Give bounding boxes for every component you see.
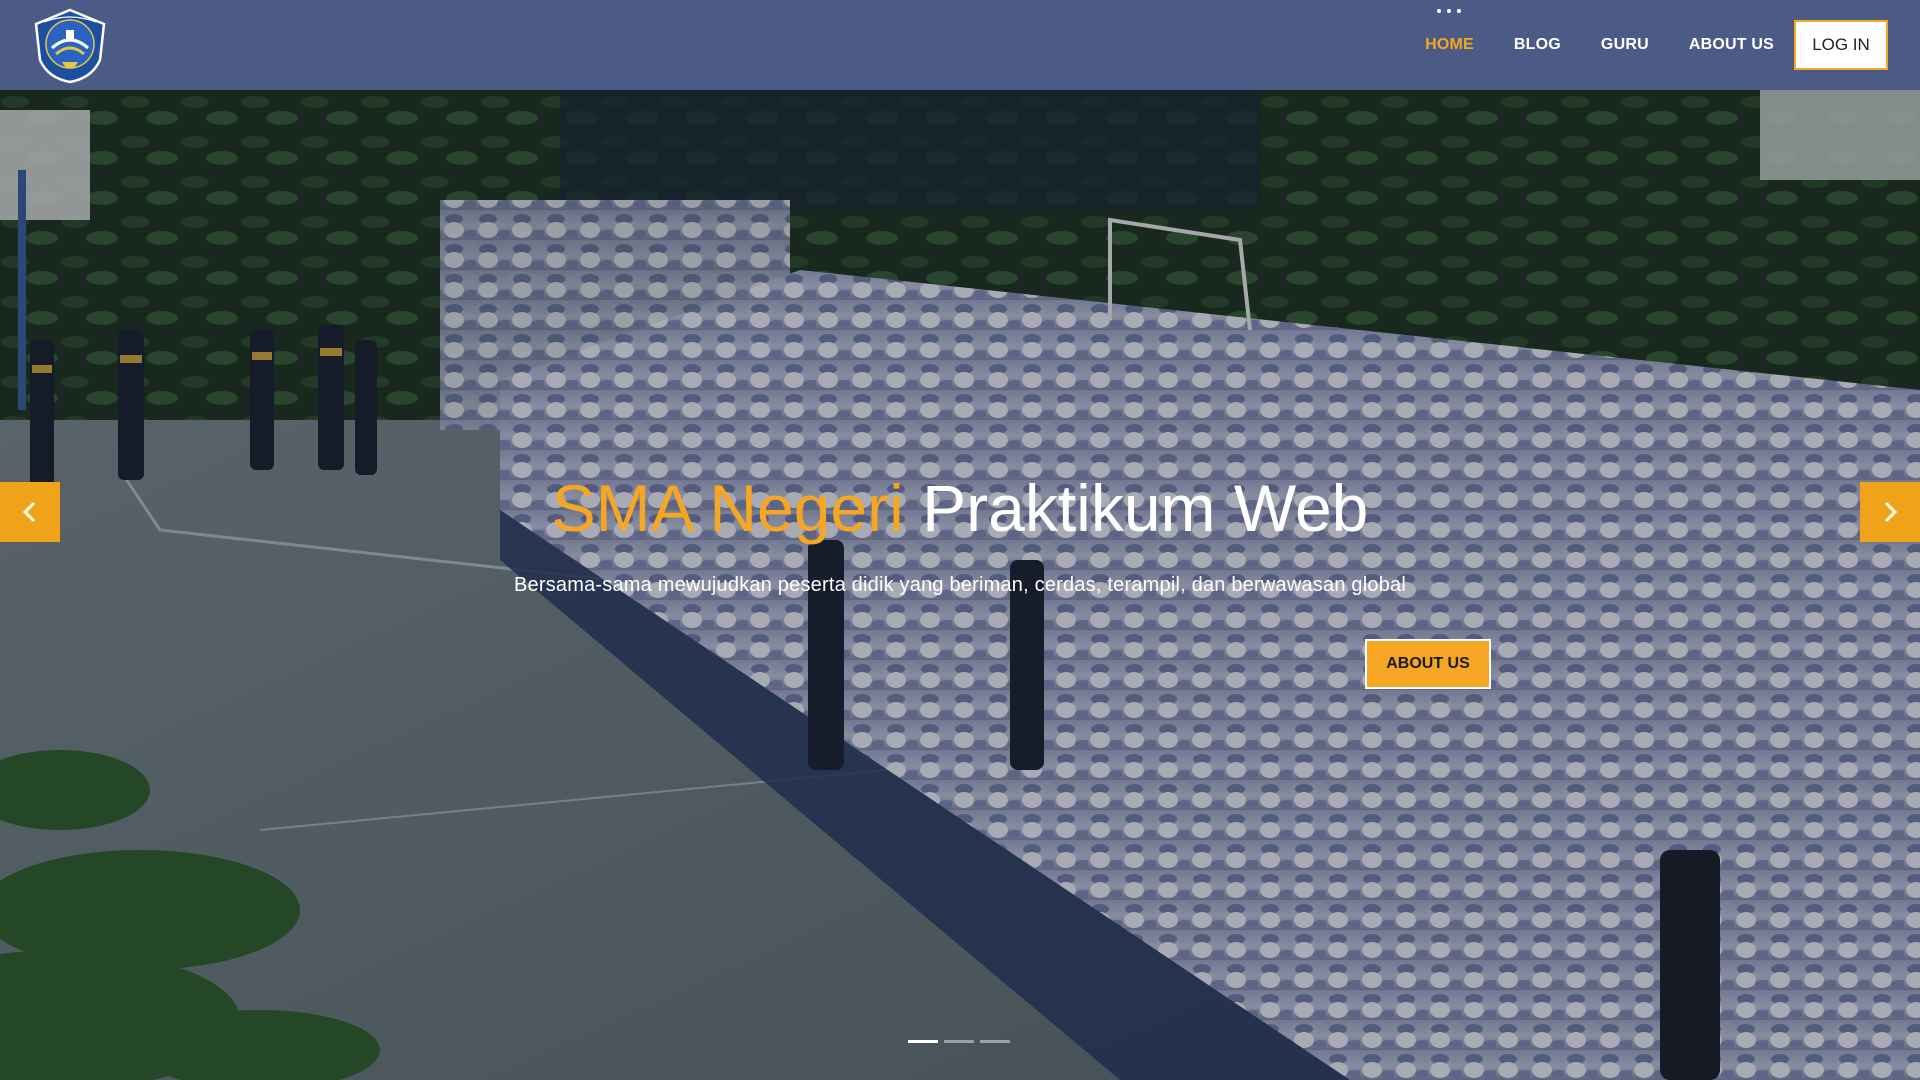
hero-title-accent: SMA Negeri [551, 471, 904, 545]
carousel-indicator-2[interactable] [944, 1040, 974, 1043]
chevron-right-icon [1884, 501, 1898, 523]
nav-item-about-us[interactable]: ABOUT US [1689, 36, 1774, 54]
nav-item-label: HOME [1425, 36, 1474, 53]
nav-item-guru[interactable]: GURU [1601, 36, 1649, 54]
hero-carousel: SMA Negeri Praktikum Web Bersama-sama me… [0, 90, 1920, 1080]
hero-title-rest: Praktikum Web [922, 471, 1369, 545]
carousel-prev-button[interactable] [0, 482, 60, 542]
carousel-indicator-1[interactable] [908, 1040, 938, 1043]
school-logo-icon[interactable] [32, 8, 108, 84]
hero-title: SMA Negeri Praktikum Web [0, 470, 1920, 546]
carousel-indicators [908, 1040, 1010, 1043]
nav-item-label: GURU [1600, 36, 1649, 53]
active-indicator-dots [1437, 9, 1462, 13]
main-nav: HOME BLOG GURU ABOUT US LOG IN [1385, 0, 1888, 90]
hero-subtitle: Bersama-sama mewujudkan peserta didik ya… [514, 574, 1406, 596]
carousel-next-button[interactable] [1860, 482, 1920, 542]
about-us-button[interactable]: ABOUT US [1365, 639, 1491, 689]
carousel-indicator-3[interactable] [980, 1040, 1010, 1043]
top-navbar: HOME BLOG GURU ABOUT US LOG IN [0, 0, 1920, 90]
nav-item-label: BLOG [1513, 36, 1561, 53]
chevron-left-icon [22, 501, 36, 523]
nav-item-label: ABOUT US [1688, 36, 1774, 53]
nav-item-home[interactable]: HOME [1425, 9, 1474, 54]
nav-item-blog[interactable]: BLOG [1514, 36, 1561, 54]
login-button[interactable]: LOG IN [1794, 20, 1888, 70]
